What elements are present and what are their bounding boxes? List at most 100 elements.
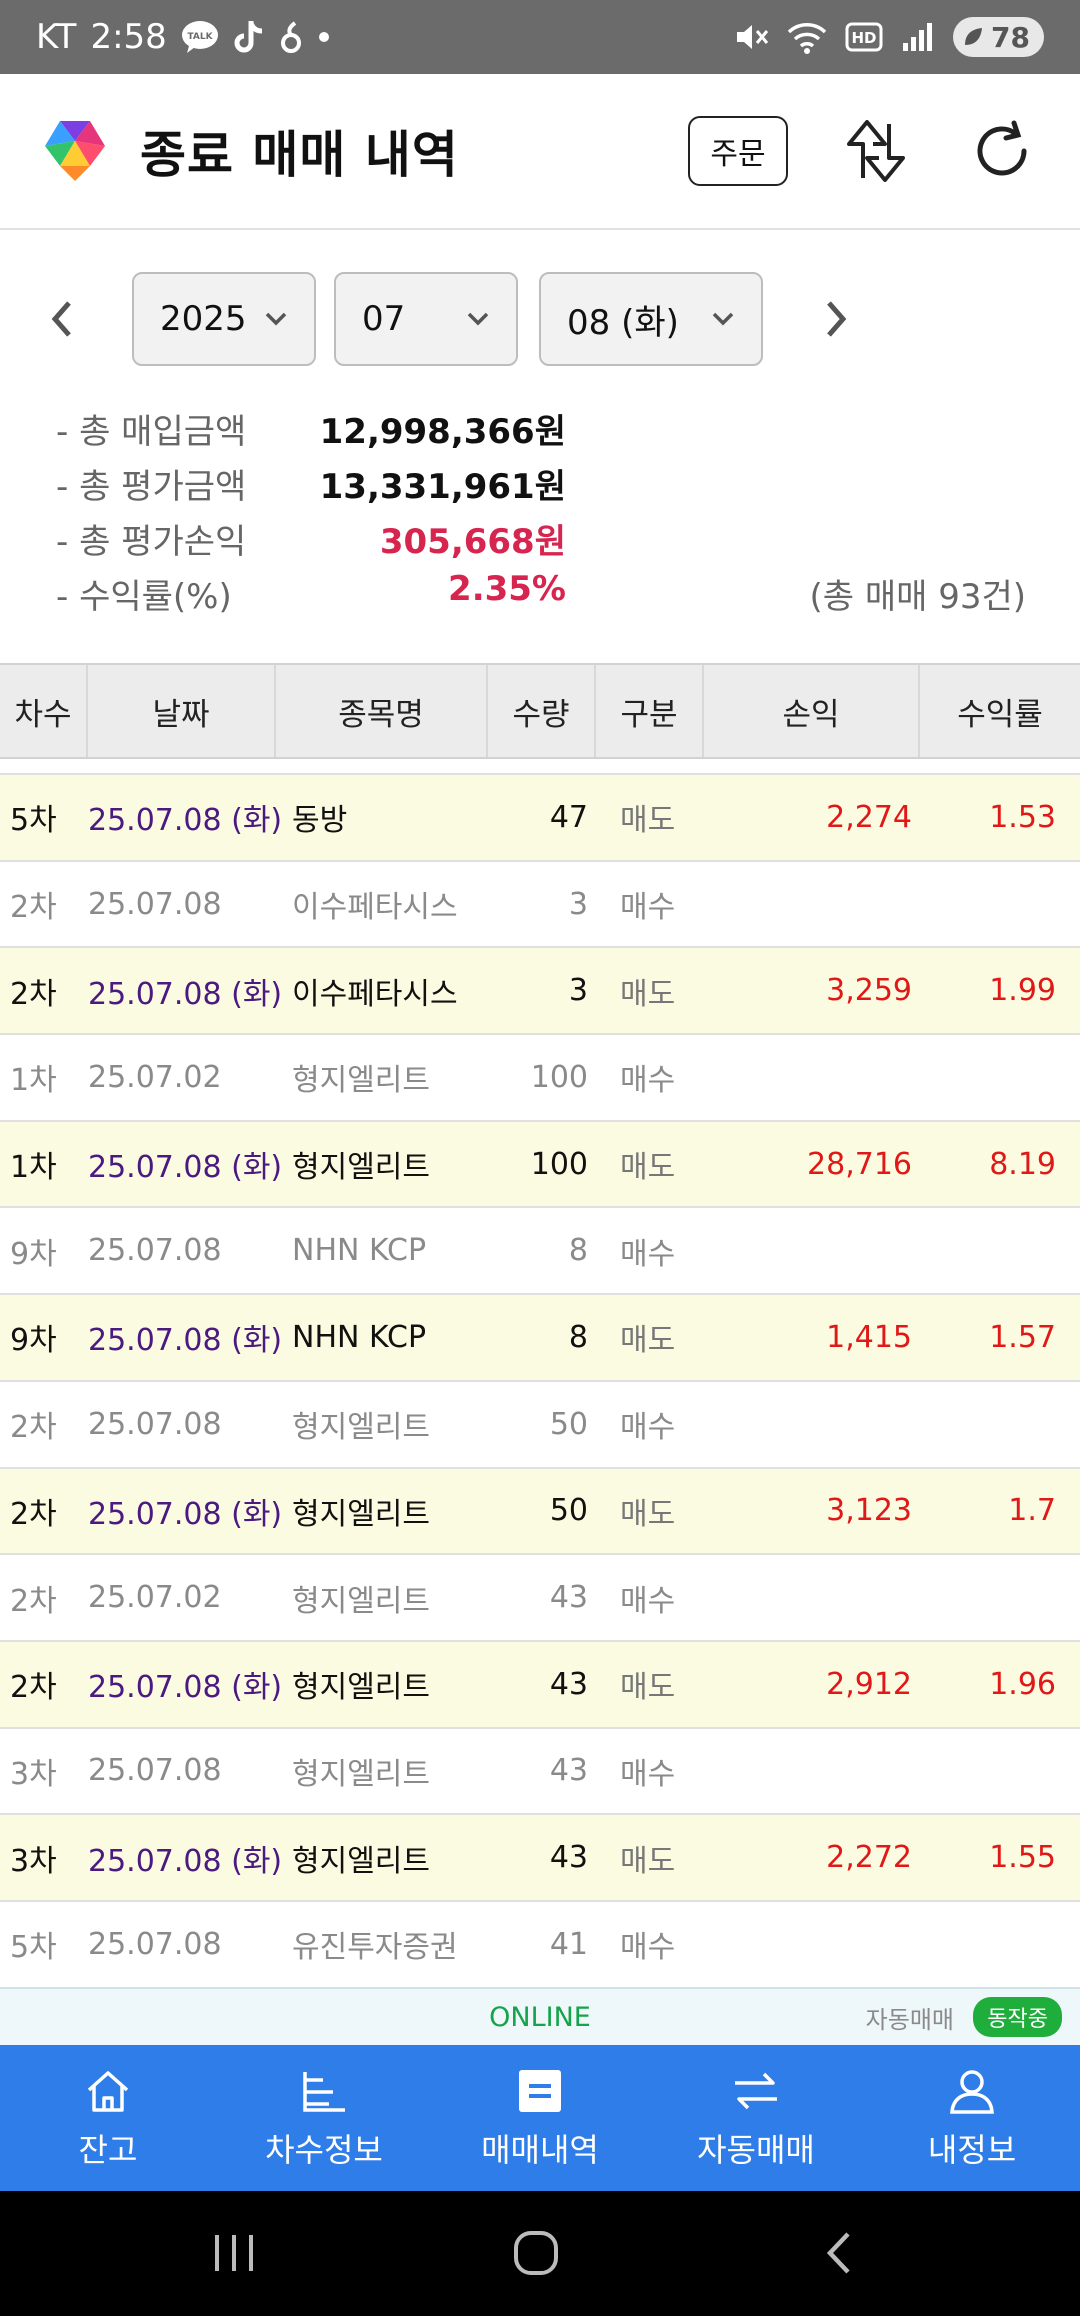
cell-side: 매도	[620, 1496, 676, 1532]
cell-side: 매도	[620, 1150, 676, 1186]
table-header: 차수 날짜 종목명 수량 구분 손익 수익률	[0, 663, 1080, 759]
cell-date: 25.07.08	[88, 1926, 222, 1962]
cell-date: 25.07.08 (화)	[88, 1670, 283, 1706]
home-icon	[82, 2065, 134, 2117]
table-row[interactable]: 2차 25.07.08 (화) 형지엘리트 50 매도 3,123 1.7	[0, 1468, 1080, 1556]
kakaotalk-icon: TALK	[181, 20, 219, 54]
chevron-down-icon	[265, 312, 287, 326]
nav-item-label: 차수정보	[265, 2131, 383, 2169]
cell-round: 9차	[10, 1323, 57, 1359]
cell-stock-name: 동방	[292, 803, 348, 839]
connection-status-strip: ONLINE 자동매매 동작중	[0, 1987, 1080, 2045]
next-date-button[interactable]	[806, 272, 866, 366]
cell-return-rate	[912, 1902, 1056, 1987]
recent-apps-button[interactable]	[202, 2221, 266, 2285]
cell-return-rate	[912, 1382, 1056, 1467]
cell-profit-loss: 2,912	[826, 1666, 912, 1702]
cell-round: 5차	[10, 1930, 57, 1966]
cell-stock-name: 이수페타시스	[292, 976, 458, 1012]
table-row[interactable]: 2차 25.07.08 형지엘리트 50 매수	[0, 1382, 1080, 1469]
year-select[interactable]: 2025	[132, 272, 316, 366]
nav-item-trade-history[interactable]: 매매내역	[432, 2045, 648, 2191]
talk-badge-text: TALK	[187, 32, 213, 42]
cell-profit-loss	[710, 1035, 912, 1120]
profile-icon	[946, 2065, 998, 2117]
table-row[interactable]: 5차 25.07.08 (화) 동방 47 매도 2,274 1.53	[0, 775, 1080, 862]
cell-round: 1차	[10, 1063, 57, 1099]
carrier-label: KT	[36, 17, 77, 57]
cell-quantity: 8	[568, 1233, 588, 1269]
cell-return-rate: 1.99	[989, 973, 1056, 1009]
cell-profit-loss	[710, 1729, 912, 1814]
clock: 2:58	[90, 17, 167, 57]
table-row[interactable]: 9차 25.07.08 NHN KCP 8 매수	[0, 1208, 1080, 1296]
summary-total-valuation: - 총 평가금액 13,331,961원	[56, 459, 1026, 514]
back-system-button[interactable]	[806, 2221, 870, 2285]
auto-trade-status-badge[interactable]: 동작중	[973, 1997, 1062, 2037]
cell-round: 5차	[10, 803, 57, 839]
refresh-icon[interactable]	[964, 113, 1040, 189]
cell-side: 매수	[620, 1756, 676, 1792]
cell-side: 매수	[620, 1930, 676, 1966]
column-header-name[interactable]: 종목명	[276, 665, 488, 757]
cell-profit-loss: 3,123	[826, 1493, 912, 1529]
page-title: 종료 매매 내역	[140, 126, 459, 184]
column-header-pl[interactable]: 손익	[704, 665, 920, 757]
cell-side: 매도	[620, 976, 676, 1012]
column-header-rate[interactable]: 수익률	[920, 665, 1080, 757]
cell-profit-loss: 2,272	[826, 1840, 912, 1876]
trade-list[interactable]: 5차 25.07.08 (화) 동방 47 매도 2,274 1.53 2차 25.07.08 이…	[0, 773, 1080, 1987]
cell-profit-loss	[710, 862, 912, 947]
column-header-qty[interactable]: 수량	[488, 665, 596, 757]
cell-return-rate: 1.7	[1008, 1493, 1056, 1529]
table-row[interactable]: 1차 25.07.08 (화) 형지엘리트 100 매도 28,716 8.19	[0, 1121, 1080, 1209]
nav-item-my-info[interactable]: 내정보	[864, 2045, 1080, 2191]
table-row[interactable]: 3차 25.07.08 (화) 형지엘리트 43 매도 2,272 1.55	[0, 1815, 1080, 1902]
column-header-round[interactable]: 차수	[0, 665, 88, 757]
nav-item-balance[interactable]: 잔고	[0, 2045, 216, 2191]
table-row[interactable]: 3차 25.07.08 형지엘리트 43 매수	[0, 1729, 1080, 1816]
cell-return-rate: 1.96	[989, 1666, 1056, 1702]
tiktok-icon	[233, 19, 265, 55]
cell-profit-loss: 3,259	[826, 973, 912, 1009]
day-select[interactable]: 08 (화)	[539, 272, 763, 366]
table-row[interactable]: 2차 25.07.08 이수페타시스 3 매수	[0, 862, 1080, 949]
month-select-value: 07	[362, 299, 406, 339]
total-trade-count: (총 매매 93건)	[809, 577, 1026, 617]
year-select-value: 2025	[160, 299, 247, 339]
summary-value: 2.35%	[448, 569, 566, 609]
nav-item-auto-trade[interactable]: 자동매매	[648, 2045, 864, 2191]
cell-return-rate: 1.57	[989, 1319, 1056, 1355]
cell-round: 1차	[10, 1150, 57, 1186]
home-system-button[interactable]	[504, 2221, 568, 2285]
cell-quantity: 41	[549, 1926, 588, 1962]
table-row[interactable]: 2차 25.07.08 (화) 이수페타시스 3 매도 3,259 1.99	[0, 948, 1080, 1036]
table-row[interactable]: 2차 25.07.08 (화) 형지엘리트 43 매도 2,912 1.96	[0, 1641, 1080, 1729]
sort-toggle-icon[interactable]	[838, 113, 914, 189]
cell-side: 매수	[620, 1063, 676, 1099]
cell-stock-name: 형지엘리트	[292, 1150, 430, 1186]
cell-profit-loss	[710, 1382, 912, 1467]
cell-stock-name: NHN KCP	[292, 1319, 427, 1355]
auto-trade-icon	[730, 2065, 782, 2117]
cell-date: 25.07.08	[88, 1406, 222, 1442]
wifi-icon	[787, 20, 827, 54]
tier-info-icon	[298, 2065, 350, 2117]
month-select[interactable]: 07	[334, 272, 518, 366]
column-header-side[interactable]: 구분	[596, 665, 704, 757]
table-row[interactable]: 5차 25.07.08 유진투자증권 41 매수	[0, 1902, 1080, 1987]
nav-item-tier-info[interactable]: 차수정보	[216, 2045, 432, 2191]
table-row[interactable]: 9차 25.07.08 (화) NHN KCP 8 매도 1,415 1.57	[0, 1295, 1080, 1382]
summary-total-pl: - 총 평가손익 305,668원	[56, 514, 1026, 569]
cell-round: 2차	[10, 1670, 57, 1706]
mute-icon	[733, 19, 769, 55]
table-row[interactable]: 1차 25.07.02 형지엘리트 100 매수	[0, 1035, 1080, 1122]
cell-side: 매도	[620, 1323, 676, 1359]
table-row[interactable]: 2차 25.07.02 형지엘리트 43 매수	[0, 1555, 1080, 1642]
prev-date-button[interactable]	[32, 272, 92, 366]
cell-quantity: 3	[568, 973, 588, 1009]
summary-value: 305,668원	[379, 522, 566, 562]
order-button[interactable]: 주문	[688, 116, 788, 186]
cell-stock-name: 형지엘리트	[292, 1063, 430, 1099]
column-header-date[interactable]: 날짜	[88, 665, 276, 757]
